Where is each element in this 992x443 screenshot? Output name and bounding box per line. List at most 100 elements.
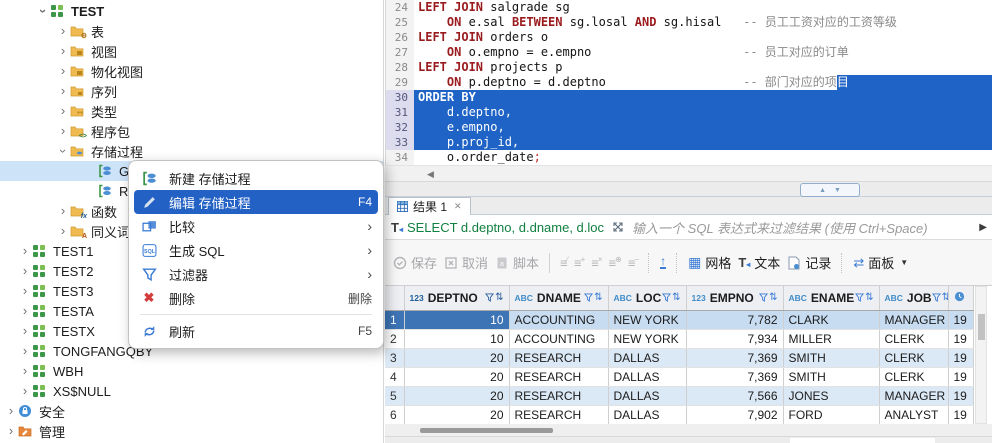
chevron-right-icon[interactable]: › bbox=[56, 224, 70, 238]
edit-row-button[interactable]: ≡∕ bbox=[560, 255, 568, 270]
tree-item-types[interactable]: › 类型 bbox=[0, 101, 383, 121]
apply-filter-icon[interactable]: ▶ bbox=[979, 222, 987, 233]
menu-item-new-procedure[interactable]: 新建 存储过程 bbox=[134, 166, 378, 190]
text-view-button[interactable]: T◂ 文本 bbox=[738, 253, 780, 272]
chevron-right-icon[interactable]: › bbox=[18, 384, 32, 398]
row-number[interactable]: 2 bbox=[385, 329, 405, 349]
chevron-right-icon[interactable]: › bbox=[18, 264, 32, 278]
chevron-right-icon[interactable]: › bbox=[4, 404, 18, 418]
tree-item-views[interactable]: › 视图 bbox=[0, 41, 383, 61]
script-button[interactable]: a 脚本 bbox=[495, 253, 539, 272]
cell-job[interactable]: CLERK bbox=[879, 367, 949, 387]
chevron-right-icon[interactable]: › bbox=[18, 344, 32, 358]
cell-deptno[interactable]: 20 bbox=[404, 348, 510, 368]
table-row[interactable]: 4 20 RESEARCH DALLAS 7,369 SMITH CLERK 1… bbox=[385, 367, 974, 387]
cell-hiredate-partial[interactable]: 19 bbox=[948, 386, 974, 406]
menu-item-refresh[interactable]: 刷新 F5 bbox=[134, 319, 378, 343]
column-header-loc[interactable]: ABC LOC ⇅ bbox=[608, 286, 687, 311]
chevron-right-icon[interactable]: › bbox=[56, 104, 70, 118]
code-line-selected[interactable]: 30 ORDER BY bbox=[386, 90, 992, 105]
duplicate-row-button[interactable]: ≡× bbox=[591, 255, 602, 270]
cell-empno[interactable]: 7,566 bbox=[686, 386, 784, 406]
chevron-right-icon[interactable]: › bbox=[56, 64, 70, 78]
cell-ename[interactable]: SMITH bbox=[783, 348, 880, 368]
menu-item-filters[interactable]: 过滤器 › bbox=[134, 262, 378, 286]
grid-corner[interactable] bbox=[385, 286, 405, 311]
cell-dname[interactable]: RESEARCH bbox=[509, 386, 609, 406]
table-row[interactable]: 6 20 RESEARCH DALLAS 7,902 FORD ANALYST … bbox=[385, 405, 974, 425]
tree-item-sequences[interactable]: › 序列 bbox=[0, 81, 383, 101]
cell-loc[interactable]: DALLAS bbox=[608, 348, 687, 368]
splitter-toggle[interactable]: ▲ ▼ bbox=[800, 183, 860, 197]
menu-item-generate-sql[interactable]: SQL 生成 SQL › bbox=[134, 238, 378, 262]
filter-placeholder[interactable]: 输入一个 SQL 表达式来过滤结果 (使用 Ctrl+Space) bbox=[632, 218, 979, 237]
copy-row-button[interactable]: ≡⊕ bbox=[609, 255, 622, 270]
code-line[interactable]: 28 LEFT JOIN projects p bbox=[386, 60, 992, 75]
cell-loc[interactable]: NEW YORK bbox=[608, 329, 687, 349]
close-tab-icon[interactable]: ✕ bbox=[454, 201, 462, 212]
cell-empno[interactable]: 7,369 bbox=[686, 367, 784, 387]
expand-filter-icon[interactable] bbox=[612, 221, 624, 233]
tree-item-packages[interactable]: › <> 程序包 bbox=[0, 121, 383, 141]
cell-ename[interactable]: CLARK bbox=[783, 310, 880, 330]
cell-job[interactable]: CLERK bbox=[879, 329, 949, 349]
cancel-button[interactable]: 取消 bbox=[444, 253, 488, 272]
cell-deptno[interactable]: 20 bbox=[404, 386, 510, 406]
cell-dname[interactable]: ACCOUNTING bbox=[509, 310, 609, 330]
cell-deptno-active[interactable]: 10 bbox=[404, 310, 510, 330]
cell-dname[interactable]: RESEARCH bbox=[509, 367, 609, 387]
scrollbar-thumb[interactable] bbox=[420, 428, 553, 433]
sort-icon[interactable]: ⇅ bbox=[942, 292, 947, 303]
code-line[interactable]: 26 LEFT JOIN orders o bbox=[386, 30, 992, 45]
results-filter-bar[interactable]: T◂ SELECT d.deptno, d.dname, d.loc 输入一个 … bbox=[385, 215, 992, 240]
cell-ename[interactable]: JONES bbox=[783, 386, 880, 406]
filter-icon[interactable] bbox=[931, 293, 941, 303]
add-row-button[interactable]: ≡+ bbox=[574, 255, 585, 270]
dropdown-icon[interactable]: ▼ bbox=[900, 258, 908, 267]
filter-icon[interactable] bbox=[855, 293, 865, 303]
scrollbar-thumb[interactable] bbox=[978, 314, 985, 340]
table-row[interactable]: 2 10 ACCOUNTING NEW YORK 7,934 MILLER CL… bbox=[385, 329, 974, 349]
chevron-right-icon[interactable]: › bbox=[18, 304, 32, 318]
cell-hiredate-partial[interactable]: 19 bbox=[948, 405, 974, 425]
cell-ename[interactable]: FORD bbox=[783, 405, 880, 425]
code-line[interactable]: 24 LEFT JOIN salgrade sg bbox=[386, 0, 992, 15]
code-line-selected[interactable]: 32 e.empno, bbox=[386, 120, 992, 135]
sort-icon[interactable]: ⇅ bbox=[672, 292, 680, 303]
column-header-dname[interactable]: ABC DNAME ⇅ bbox=[509, 286, 609, 311]
filter-icon[interactable] bbox=[662, 293, 672, 303]
tree-item-security[interactable]: › 安全 bbox=[0, 401, 383, 421]
chevron-right-icon[interactable]: › bbox=[56, 204, 70, 218]
cell-loc[interactable]: NEW YORK bbox=[608, 310, 687, 330]
tree-item-xsnull[interactable]: › XS$NULL bbox=[0, 381, 383, 401]
collapse-down-icon[interactable]: ▼ bbox=[834, 187, 841, 194]
column-header-job[interactable]: ABCJOB⇅ bbox=[879, 286, 949, 311]
chevron-right-icon[interactable]: › bbox=[18, 364, 32, 378]
cell-hiredate-partial[interactable]: 19 bbox=[948, 329, 974, 349]
code-line-selected[interactable]: 33 p.proj_id, bbox=[386, 135, 992, 150]
tree-item-wbh[interactable]: › WBH bbox=[0, 361, 383, 381]
cell-deptno[interactable]: 20 bbox=[404, 367, 510, 387]
column-header-empno[interactable]: 123 EMPNO ⇅ bbox=[686, 286, 784, 311]
tree-item-tables[interactable]: › ⚙ 表 bbox=[0, 21, 383, 41]
chevron-expanded-icon[interactable]: › bbox=[56, 144, 71, 158]
cell-empno[interactable]: 7,369 bbox=[686, 348, 784, 368]
cell-deptno[interactable]: 20 bbox=[404, 405, 510, 425]
cell-job[interactable]: MANAGER bbox=[879, 386, 949, 406]
sort-icon[interactable]: ⇅ bbox=[594, 292, 602, 303]
table-row[interactable]: 1 10 ACCOUNTING NEW YORK 7,782 CLARK MAN… bbox=[385, 310, 974, 330]
collapse-up-icon[interactable]: ▲ bbox=[819, 187, 826, 194]
chevron-right-icon[interactable]: › bbox=[18, 324, 32, 338]
record-view-button[interactable]: 记录 bbox=[787, 253, 831, 272]
sort-icon[interactable]: ⇅ bbox=[495, 292, 503, 303]
cell-empno[interactable]: 7,934 bbox=[686, 329, 784, 349]
column-header-deptno[interactable]: 123 DEPTNO ⇅ bbox=[404, 286, 510, 311]
code-line[interactable]: 27 ON o.empno = e.empno -- 员工对应的订单 bbox=[386, 45, 992, 60]
row-number[interactable]: 3 bbox=[385, 348, 405, 368]
cell-hiredate-partial[interactable]: 19 bbox=[948, 348, 974, 368]
grid-view-button[interactable]: ▦ 网格 bbox=[688, 253, 731, 272]
cell-hiredate-partial[interactable]: 19 bbox=[948, 310, 974, 330]
chevron-expanded-icon[interactable]: › bbox=[36, 4, 51, 18]
filter-query-text[interactable]: SELECT d.deptno, d.dname, d.loc bbox=[407, 220, 604, 235]
chevron-right-icon[interactable]: › bbox=[56, 24, 70, 38]
